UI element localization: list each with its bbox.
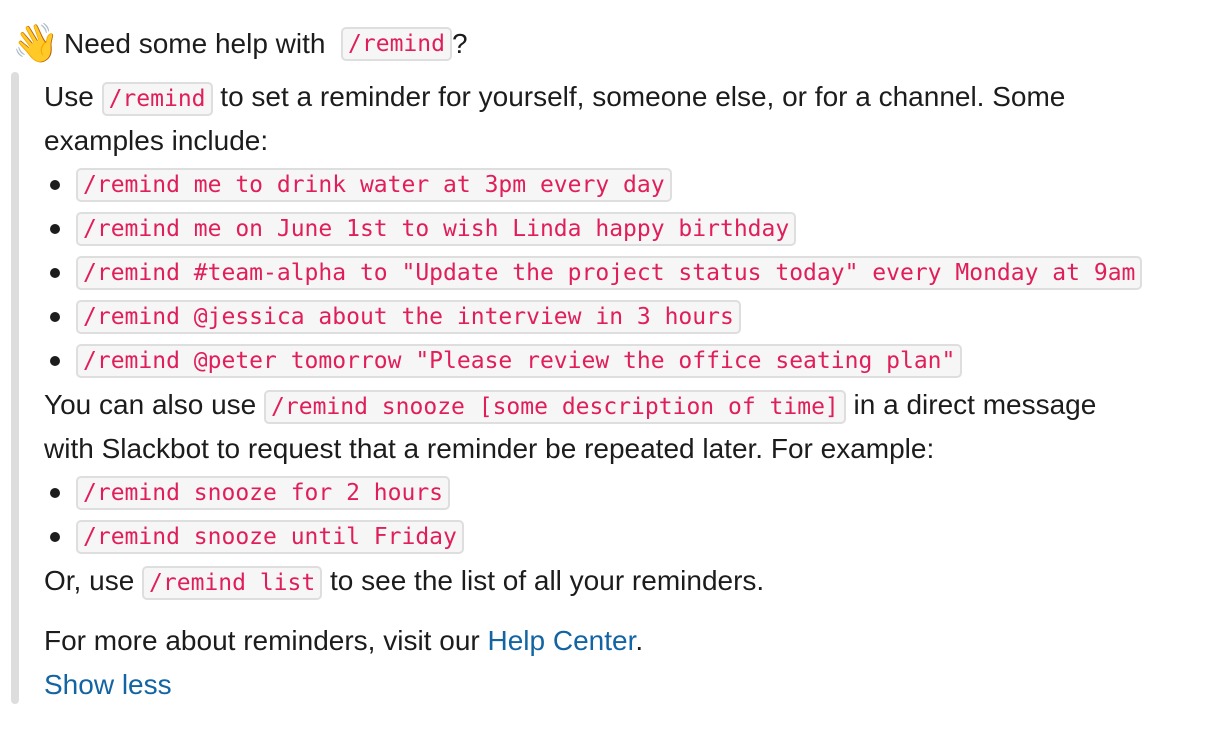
snooze-example-item: /remind snooze until Friday — [44, 515, 1214, 559]
message-header: 👋 Need some help with /remind? — [12, 22, 468, 66]
show-less-line: Show less — [44, 663, 1214, 707]
bullet-icon — [50, 224, 60, 234]
attachment-bar — [11, 72, 19, 704]
show-less-link[interactable]: Show less — [44, 669, 172, 700]
bullet-icon — [50, 532, 60, 542]
header-code: /remind — [341, 27, 452, 61]
snooze-line-1: You can also use /remind snooze [some de… — [44, 383, 1214, 427]
example-item: /remind me to drink water at 3pm every d… — [44, 163, 1214, 207]
bullet-icon — [50, 488, 60, 498]
snooze-line-2: with Slackbot to request that a reminder… — [44, 433, 935, 464]
bullet-icon — [50, 312, 60, 322]
bullet-icon — [50, 180, 60, 190]
snooze-code: /remind snooze [some description of time… — [264, 390, 846, 424]
example-item: /remind @peter tomorrow "Please review t… — [44, 339, 1214, 383]
bullet-icon — [50, 356, 60, 366]
footer-line: For more about reminders, visit our Help… — [44, 625, 644, 656]
intro-line-1: Use /remind to set a reminder for yourse… — [44, 75, 1214, 119]
example-item: /remind @jessica about the interview in … — [44, 295, 1214, 339]
example-item: /remind me on June 1st to wish Linda hap… — [44, 207, 1214, 251]
waving-hand-icon: 👋 — [12, 23, 60, 65]
header-text-after: ? — [451, 28, 468, 59]
list-code: /remind list — [142, 566, 323, 600]
list-line: Or, use /remind list to see the list of … — [44, 559, 1214, 603]
help-center-link[interactable]: Help Center — [488, 625, 636, 656]
intro-code: /remind — [101, 82, 213, 116]
bullet-icon — [50, 268, 60, 278]
attachment-body: Use /remind to set a reminder for yourse… — [44, 75, 1214, 707]
example-item: /remind #team-alpha to "Update the proje… — [44, 251, 1214, 295]
header-text: Need some help with — [64, 28, 334, 59]
intro-line-2: examples include: — [44, 125, 269, 156]
snooze-example-item: /remind snooze for 2 hours — [44, 471, 1214, 515]
